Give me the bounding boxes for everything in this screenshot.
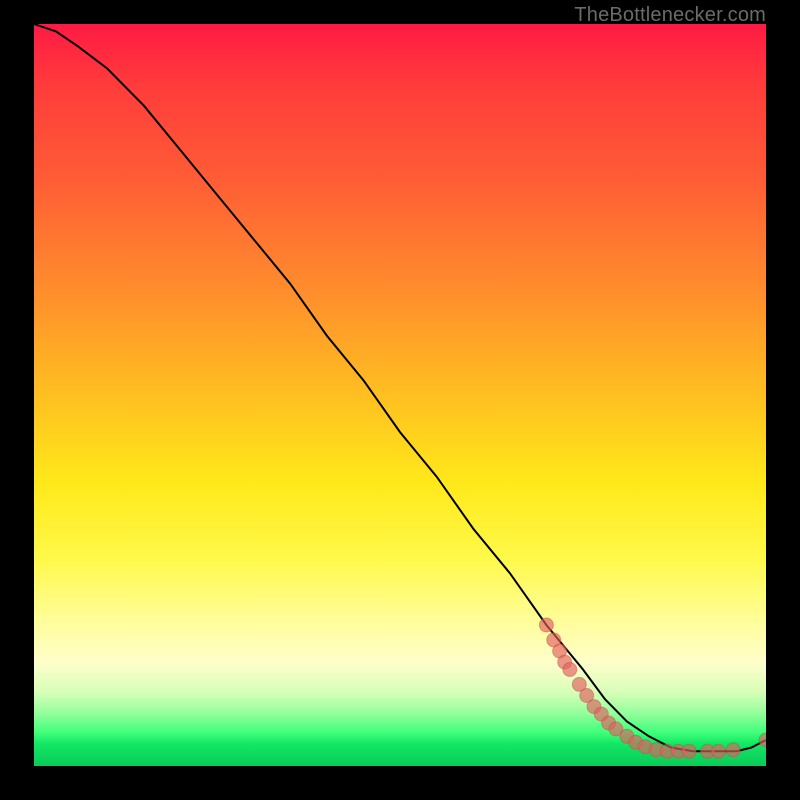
chart-svg: [34, 24, 766, 766]
bottleneck-curve: [34, 24, 766, 751]
plot-area: [34, 24, 766, 766]
data-marker: [539, 618, 553, 632]
data-marker: [726, 743, 740, 757]
data-marker: [759, 733, 766, 747]
chart-frame: TheBottlenecker.com: [0, 0, 800, 800]
data-marker: [711, 744, 725, 758]
data-marker: [563, 663, 577, 677]
data-marker: [682, 744, 696, 758]
